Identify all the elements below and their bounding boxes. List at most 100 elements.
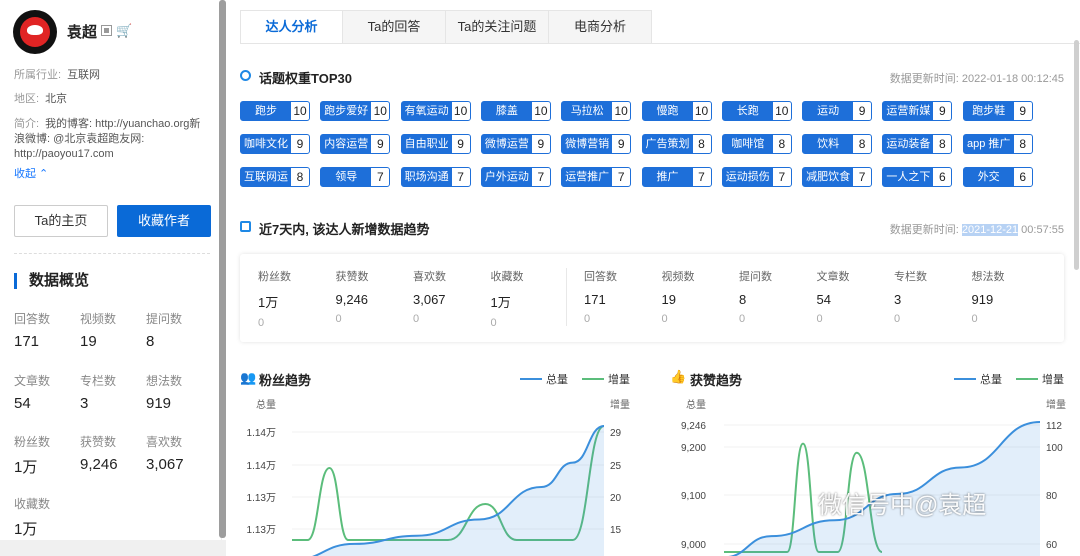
fans-chart-title: 粉丝趋势 xyxy=(259,373,312,388)
kpi-label: 提问数 xyxy=(739,271,772,283)
stat-label: 收藏数 xyxy=(14,497,51,511)
kpi-label: 获赞数 xyxy=(335,271,369,283)
topic-tag[interactable]: 慢跑 10 xyxy=(641,101,712,121)
topic-tag[interactable]: 运动损伤 7 xyxy=(721,167,792,187)
kpi-value: 919 xyxy=(971,292,994,307)
kpi-label: 专栏数 xyxy=(894,271,927,283)
topic-tag[interactable]: 户外运动 7 xyxy=(480,167,551,187)
kpi-item: 文章数 54 0 xyxy=(817,268,887,325)
topic-tag[interactable]: 推广 7 xyxy=(641,167,712,187)
topic-tag[interactable]: 运动装备 8 xyxy=(882,134,953,154)
topic-tag[interactable]: 长跑 10 xyxy=(721,101,792,121)
topic-tag[interactable]: 咖啡文化 9 xyxy=(240,134,310,154)
tab-answers[interactable]: Ta的回答 xyxy=(343,10,446,44)
topic-tag-name: app 推广 xyxy=(966,138,1011,150)
y-tick-left: 1.13万 xyxy=(247,493,276,504)
y-tick-right: 80 xyxy=(1046,491,1058,502)
tab-followed-questions[interactable]: Ta的关注问题 xyxy=(446,10,549,44)
kpi-value: 1万 xyxy=(258,295,279,310)
topic-tag-name: 互联网运 xyxy=(244,171,288,183)
topic-tag-count: 10 xyxy=(531,102,550,120)
topic-tag[interactable]: 微博营销 9 xyxy=(561,134,632,154)
topic-tag[interactable]: 跑步 10 xyxy=(240,101,310,121)
follow-button[interactable]: 收藏作者 xyxy=(117,205,211,237)
stat-value: 919 xyxy=(146,395,172,412)
industry-row: 所属行业: 互联网 xyxy=(14,68,100,83)
stat-value: 9,246 xyxy=(80,456,118,473)
tab-expert-analysis[interactable]: 达人分析 xyxy=(240,10,343,44)
industry-label: 所属行业: xyxy=(14,69,62,81)
topic-tag[interactable]: 运动 9 xyxy=(802,101,873,121)
main-scrollbar[interactable] xyxy=(1074,40,1079,270)
legend-increase-label: 增量 xyxy=(1042,374,1064,386)
topic-tag[interactable]: app 推广 8 xyxy=(962,134,1033,154)
kpi-item: 粉丝数 1万 0 xyxy=(258,268,328,329)
topic-tag[interactable]: 职场沟通 7 xyxy=(400,167,471,187)
legend-total[interactable]: 总量 xyxy=(954,371,1002,387)
topic-tag[interactable]: 自由职业 9 xyxy=(400,134,471,154)
collapse-link[interactable]: 收起 ⌃ xyxy=(14,165,48,181)
y-tick-right: 60 xyxy=(1046,540,1058,551)
y-tick-right: 25 xyxy=(610,461,622,472)
bottom-bar xyxy=(0,540,226,556)
topic-tag[interactable]: 互联网运 8 xyxy=(240,167,310,187)
topic-tag-name: 膝盖 xyxy=(495,105,518,117)
topic-tag[interactable]: 膝盖 10 xyxy=(480,101,551,121)
kpi-panel: 粉丝数 1万 0 获赞数 9,246 0 喜欢数 3,067 0 收藏数 1万 0 回答数 171 0 视频数… xyxy=(240,254,1064,342)
intro: 简介: 我的博客: http://yuanchao.org新 浪微博: @北京袁超… xyxy=(14,117,214,162)
trend-updated-prefix: 数据更新时间: xyxy=(889,224,962,236)
topic-tag[interactable]: 内容运营 9 xyxy=(320,134,391,154)
topic-tag[interactable]: 运营推广 7 xyxy=(561,167,632,187)
kpi-value: 3,067 xyxy=(413,292,446,307)
stat-label: 提问数 xyxy=(146,312,183,326)
legend-total[interactable]: 总量 xyxy=(520,371,568,387)
stat-thoughts: 想法数 919 xyxy=(146,372,206,412)
kpi-value: 3 xyxy=(894,292,902,307)
legend-increase[interactable]: 增量 xyxy=(1016,371,1064,387)
qr-code-icon[interactable] xyxy=(101,25,112,36)
stat-columns: 专栏数 3 xyxy=(80,372,140,412)
topic-tag[interactable]: 跑步鞋 9 xyxy=(962,101,1033,121)
kpi-label: 文章数 xyxy=(816,271,850,283)
likes-chart-title: 获赞趋势 xyxy=(690,373,743,388)
topic-tag-name: 跑步 xyxy=(255,105,277,117)
topic-tag-name: 微博运营 xyxy=(484,138,529,150)
topic-tag[interactable]: 一人之下 6 xyxy=(882,167,953,187)
legend-total-label: 总量 xyxy=(980,374,1002,386)
y-tick-right: 20 xyxy=(610,493,622,504)
topic-tag[interactable]: 微博运营 9 xyxy=(480,134,551,154)
fans-trend-chart: 总量 增量 1.14万 1.14万 1.13万 1.13万 29 25 20 15 xyxy=(247,398,630,556)
shopping-cart-icon[interactable]: 🛒 xyxy=(116,23,132,39)
sidebar-scrollbar[interactable] xyxy=(219,0,226,538)
topic-tag[interactable]: 有氧运动 10 xyxy=(400,101,471,121)
topic-tag[interactable]: 运营新媒 9 xyxy=(882,101,953,121)
topic-tag-count: 6 xyxy=(933,168,952,186)
topic-tag[interactable]: 广告策划 8 xyxy=(641,134,712,154)
profile-sidebar: 袁超 🛒 所属行业: 互联网 地区: 北京 简介: 我的博客: http://yuan… xyxy=(0,0,222,556)
user-name: 袁超 xyxy=(67,24,98,41)
avatar[interactable] xyxy=(13,10,57,54)
topic-tag[interactable]: 减肥饮食 7 xyxy=(802,167,873,187)
intro-line-2: 浪微博: @北京袁超跑友网: xyxy=(14,133,145,145)
legend-increase[interactable]: 增量 xyxy=(582,371,630,387)
y-axis-right-label: 增量 xyxy=(610,398,630,411)
topic-tag-count: 7 xyxy=(451,168,470,186)
topic-tag-name: 广告策划 xyxy=(645,138,690,150)
stat-answers: 回答数 171 xyxy=(14,310,74,350)
topic-tag[interactable]: 饮料 8 xyxy=(802,134,873,154)
home-button[interactable]: Ta的主页 xyxy=(14,205,108,237)
topic-tag-name: 跑步爱好 xyxy=(324,105,369,117)
topic-tag-count: 8 xyxy=(291,168,309,186)
kpi-value: 54 xyxy=(816,292,831,307)
kpi-delta: 0 xyxy=(739,313,746,325)
topic-tag[interactable]: 马拉松 10 xyxy=(561,101,632,121)
topic-tag[interactable]: 外交 6 xyxy=(962,167,1033,187)
stat-label: 喜欢数 xyxy=(146,435,183,449)
topic-tag[interactable]: 跑步爱好 10 xyxy=(320,101,391,121)
topic-tag-count: 10 xyxy=(772,102,791,120)
likes-chart-legend: 总量 增量 xyxy=(940,371,1064,387)
tab-ecommerce[interactable]: 电商分析 xyxy=(549,10,652,44)
topic-tag[interactable]: 领导 7 xyxy=(320,167,391,187)
topic-tag[interactable]: 咖啡馆 8 xyxy=(721,134,792,154)
topic-tag-count: 9 xyxy=(612,135,631,153)
